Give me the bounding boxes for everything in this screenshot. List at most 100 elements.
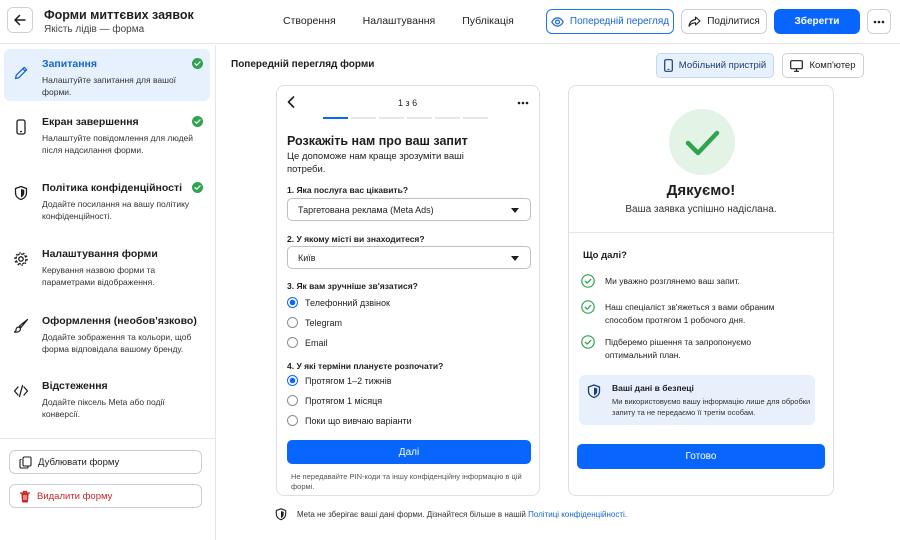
progress-bar (323, 117, 488, 119)
check-circle-icon (192, 58, 203, 69)
step-indicator: 1 з 6 (398, 98, 418, 108)
check-circle-icon (192, 116, 203, 127)
city-select[interactable]: Київ (287, 246, 531, 269)
sidebar-item-privacy-policy[interactable]: Політика конфіденційності Додайте посила… (4, 173, 210, 225)
copy-icon (19, 455, 32, 469)
radio-option[interactable]: Email (287, 337, 328, 348)
checkmark-icon (669, 109, 735, 175)
share-button-label: Поділитися (707, 16, 760, 27)
radio-button[interactable] (287, 337, 298, 348)
caret-down-icon (511, 208, 519, 213)
sidebar-item-desc: Додайте зображення та кольори, щоб форма… (42, 332, 192, 354)
delete-form-button[interactable]: Видалити форму (9, 484, 202, 508)
sidebar-item-title: Налаштування форми (42, 248, 158, 260)
share-button[interactable]: Поділитися (681, 9, 767, 34)
sidebar-item-form-settings[interactable]: Налаштування форми Керування назвою форм… (4, 239, 210, 291)
desktop-device-label: Комп'ютер (809, 60, 856, 71)
radio-option[interactable]: Телефонний дзвінок (287, 297, 390, 308)
sidebar-item-title: Політика конфіденційності (42, 182, 183, 194)
progress-segment (379, 117, 404, 119)
header-tabs: Створення Налаштування Публікація (283, 15, 514, 27)
radio-button[interactable] (287, 415, 298, 426)
radio-option-label: Протягом 1 місяця (305, 395, 383, 406)
sidebar-item-desc: Налаштуйте повідомлення для людей після … (42, 133, 194, 155)
more-icon (873, 20, 885, 23)
preview-section-title: Попередній перегляд форми (231, 59, 375, 70)
next-step-item: Підберемо рішення та запропонуємо оптима… (581, 335, 761, 362)
radio-button[interactable] (287, 317, 298, 328)
top-bar: Форми миттєвих заявок Якість лідів — фор… (0, 0, 900, 44)
sidebar-item-completion-screen[interactable]: Екран завершення Налаштуйте повідомлення… (4, 107, 210, 165)
radio-option[interactable]: Telegram (287, 317, 342, 328)
service-select[interactable]: Таргетована реклама (Meta Ads) (287, 198, 531, 221)
tab-create[interactable]: Створення (283, 15, 336, 27)
question-label: 4. У які терміни плануєте розпочати? (287, 361, 444, 371)
check-circle-icon (192, 182, 203, 193)
more-icon[interactable] (517, 101, 529, 105)
sidebar-item-title: Відстеження (42, 380, 108, 392)
radio-button[interactable] (287, 395, 298, 406)
shield-icon (275, 508, 287, 521)
radio-option-label: Поки що вивчаю варіанти (305, 415, 412, 426)
chevron-left-icon[interactable] (287, 96, 295, 108)
form-heading: Розкажіть нам про ваш запит (287, 134, 468, 148)
privacy-footer-end: . (624, 510, 628, 519)
more-options-button[interactable] (867, 9, 891, 34)
privacy-footer: Meta не зберігає ваші дані форми. Дізнай… (275, 508, 627, 521)
duplicate-form-button[interactable]: Дублювати форму (9, 450, 202, 474)
radio-option-label: Телефонний дзвінок (305, 297, 390, 308)
phone-icon (16, 119, 26, 135)
check-circle-icon (581, 274, 595, 288)
progress-segment (407, 117, 432, 119)
mobile-device-toggle[interactable]: Мобільний пристрій (656, 53, 774, 78)
done-button[interactable]: Готово (577, 444, 825, 469)
form-name: Якість лідів — форма (44, 24, 145, 35)
sidebar-item-desc: Налаштуйте запитання для вашої форми. (42, 75, 177, 97)
next-step-text: Наш спеціаліст зв'яжеться з вами обраним… (605, 302, 775, 325)
preview-button[interactable]: Попередній перегляд (546, 9, 674, 34)
trash-icon (20, 490, 30, 502)
sidebar: Запитання Налаштуйте запитання для вашої… (0, 45, 216, 540)
app-title: Форми миттєвих заявок (44, 8, 194, 22)
form-footnote: Не передавайте PIN-коди та іншу конфіден… (291, 472, 522, 491)
next-step-item: Наш спеціаліст зв'яжеться з вами обраним… (581, 300, 793, 327)
radio-option[interactable]: Поки що вивчаю варіанти (287, 415, 412, 426)
question-label: 3. Як вам зручніше зв'язатися? (287, 281, 418, 291)
back-button[interactable] (7, 7, 33, 33)
sidebar-item-appearance[interactable]: Оформлення (необов'язково) Додайте зобра… (4, 306, 210, 368)
radio-option-label: Email (305, 337, 328, 348)
monitor-icon (790, 59, 804, 72)
question-label: 2. У якому місті ви знаходитеся? (287, 234, 425, 244)
shield-icon (587, 384, 601, 399)
duplicate-form-label: Дублювати форму (38, 456, 120, 468)
tab-settings[interactable]: Налаштування (363, 15, 436, 27)
privacy-policy-link[interactable]: Політиці конфіденційності (528, 510, 625, 519)
pencil-icon (14, 66, 28, 80)
tab-publish[interactable]: Публікація (462, 15, 514, 27)
security-text: Ми використовуємо вашу інформацію лише д… (612, 397, 811, 417)
radio-button[interactable] (287, 375, 298, 386)
form-intro: Це допоможе нам краще зрозуміти ваші пот… (287, 151, 464, 175)
desktop-device-toggle[interactable]: Комп'ютер (782, 53, 864, 78)
eye-icon (551, 16, 564, 27)
share-icon (688, 16, 701, 27)
radio-option[interactable]: Протягом 1 місяця (287, 395, 382, 406)
next-step-text: Ми уважно розглянемо ваш запит. (605, 276, 740, 286)
sidebar-item-tracking[interactable]: Відстеження Додайте піксель Meta або под… (4, 371, 210, 423)
next-button[interactable]: Далі (287, 440, 531, 464)
progress-segment (463, 117, 488, 119)
privacy-footer-text: Meta не зберігає ваші дані форми. Дізнай… (297, 510, 627, 519)
radio-button[interactable] (287, 297, 298, 308)
mobile-device-label: Мобільний пристрій (678, 60, 767, 71)
sidebar-item-desc: Керування назвою форми та параметрами ві… (42, 265, 156, 287)
save-button[interactable]: Зберегти (774, 9, 860, 34)
radio-option[interactable]: Протягом 1–2 тижнів (287, 375, 392, 386)
progress-segment (435, 117, 460, 119)
divider (569, 232, 833, 233)
radio-option-label: Telegram (305, 317, 343, 328)
sidebar-item-questions[interactable]: Запитання Налаштуйте запитання для вашої… (4, 49, 210, 101)
thanks-subtitle: Ваша заявка успішно надіслана. (625, 204, 777, 215)
brush-icon (13, 318, 29, 333)
privacy-footer-note: Meta не зберігає ваші дані форми. Дізнай… (297, 510, 526, 519)
data-security-notice: Ваші дані в безпеці Ми використовуємо ва… (579, 375, 815, 425)
